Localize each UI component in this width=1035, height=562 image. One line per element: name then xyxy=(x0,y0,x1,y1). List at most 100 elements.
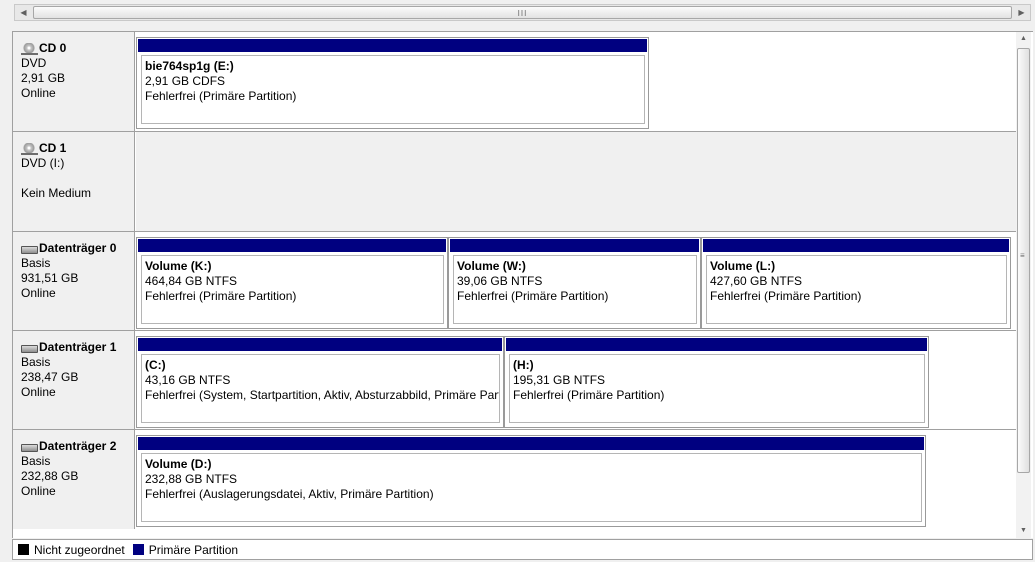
scroll-grip-icon: III xyxy=(517,9,528,18)
disk-label-disk2[interactable]: Datenträger 2 Basis 232,88 GB Online xyxy=(13,430,135,529)
scroll-down-arrow-icon[interactable]: ▼ xyxy=(1016,524,1031,538)
partition-name: (C:) xyxy=(145,358,166,372)
disk-size: 232,88 GB xyxy=(21,469,79,483)
partition-body: Volume (K:) 464,84 GB NTFS Fehlerfrei (P… xyxy=(141,255,444,324)
disk-row-disk0: Datenträger 0 Basis 931,51 GB Online Vol… xyxy=(13,232,1016,331)
partition-k[interactable]: Volume (K:) 464,84 GB NTFS Fehlerfrei (P… xyxy=(136,237,448,329)
disk-title: Datenträger 1 xyxy=(39,340,117,354)
partition-area-cd0: bie764sp1g (E:) 2,91 GB CDFS Fehlerfrei … xyxy=(136,32,1016,131)
disk-label-disk0[interactable]: Datenträger 0 Basis 931,51 GB Online xyxy=(13,232,135,331)
partition-body: Volume (L:) 427,60 GB NTFS Fehlerfrei (P… xyxy=(706,255,1007,324)
partition-status: Fehlerfrei (Primäre Partition) xyxy=(145,89,297,103)
vertical-scroll-thumb[interactable]: ≡ xyxy=(1017,48,1030,473)
horizontal-scroll-thumb[interactable]: III xyxy=(33,6,1012,19)
disk-size: 238,47 GB xyxy=(21,370,79,384)
partition-body: Volume (W:) 39,06 GB NTFS Fehlerfrei (Pr… xyxy=(453,255,697,324)
partition-body: bie764sp1g (E:) 2,91 GB CDFS Fehlerfrei … xyxy=(141,55,645,124)
disk-status: Online xyxy=(21,286,56,300)
partition-area-disk1: (C:) 43,16 GB NTFS Fehlerfrei (System, S… xyxy=(136,331,1016,430)
hard-disk-icon xyxy=(21,344,38,353)
legend-label: Primäre Partition xyxy=(148,542,239,557)
partition-status: Fehlerfrei (System, Startpartition, Akti… xyxy=(145,388,500,402)
partition-h[interactable]: (H:) 195,31 GB NTFS Fehlerfrei (Primäre … xyxy=(504,336,929,428)
cd-drive-icon xyxy=(21,142,38,155)
partition-size: 427,60 GB NTFS xyxy=(710,274,803,288)
partition-name: Volume (W:) xyxy=(457,259,526,273)
disk-row-disk1: Datenträger 1 Basis 238,47 GB Online (C:… xyxy=(13,331,1016,430)
partition-status: Fehlerfrei (Primäre Partition) xyxy=(145,289,297,303)
disk-type: DVD (I:) xyxy=(21,156,65,170)
disk-size xyxy=(21,171,134,186)
partition-status: Fehlerfrei (Auslagerungsdatei, Aktiv, Pr… xyxy=(145,487,434,501)
hard-disk-icon xyxy=(21,443,38,452)
primary-partition-swatch xyxy=(132,544,144,555)
disk-row-cd1: CD 1 DVD (I:) Kein Medium xyxy=(13,132,1016,231)
disk-status: Online xyxy=(21,86,56,100)
partition-size: 232,88 GB NTFS xyxy=(145,472,238,486)
partition-name: (H:) xyxy=(513,358,534,372)
disk-label-disk1[interactable]: Datenträger 1 Basis 238,47 GB Online xyxy=(13,331,135,430)
disk-type: Basis xyxy=(21,256,51,270)
legend-item-unallocated: Nicht zugeordnet xyxy=(18,543,125,557)
partition-body: Volume (D:) 232,88 GB NTFS Fehlerfrei (A… xyxy=(141,453,922,522)
partition-w[interactable]: Volume (W:) 39,06 GB NTFS Fehlerfrei (Pr… xyxy=(448,237,701,329)
unallocated-swatch xyxy=(18,544,29,555)
disk-status: Online xyxy=(21,484,56,498)
disk-type: DVD xyxy=(21,56,47,70)
primary-partition-bar xyxy=(703,239,1009,252)
primary-partition-bar xyxy=(138,338,502,351)
disk-size: 931,51 GB xyxy=(21,271,79,285)
legend-label: Nicht zugeordnet xyxy=(34,542,125,557)
disk-label-cd0[interactable]: CD 0 DVD 2,91 GB Online xyxy=(13,32,135,131)
primary-partition-bar xyxy=(138,437,924,450)
partition-d[interactable]: Volume (D:) 232,88 GB NTFS Fehlerfrei (A… xyxy=(136,435,926,527)
disk-title: Datenträger 0 xyxy=(39,241,117,255)
primary-partition-bar xyxy=(138,239,446,252)
partition-name: bie764sp1g (E:) xyxy=(145,59,234,73)
partition-size: 43,16 GB NTFS xyxy=(145,373,231,387)
partition-status: Fehlerfrei (Primäre Partition) xyxy=(457,289,609,303)
partition-name: Volume (K:) xyxy=(145,259,212,273)
scroll-left-arrow-icon[interactable]: ◀ xyxy=(15,5,32,20)
disk-status: Kein Medium xyxy=(21,186,92,200)
disk-size: 2,91 GB xyxy=(21,71,66,85)
horizontal-scrollbar[interactable]: ◀ III ▶ xyxy=(14,4,1031,21)
primary-partition-bar xyxy=(506,338,927,351)
disk-title: CD 1 xyxy=(39,141,67,155)
partition-size: 464,84 GB NTFS xyxy=(145,274,238,288)
disk-row-disk2: Datenträger 2 Basis 232,88 GB Online Vol… xyxy=(13,430,1016,529)
partition-size: 2,91 GB CDFS xyxy=(145,74,226,88)
cd-drive-icon xyxy=(21,42,38,55)
hard-disk-icon xyxy=(21,245,38,254)
partition-name: Volume (L:) xyxy=(710,259,776,273)
partition-body: (C:) 43,16 GB NTFS Fehlerfrei (System, S… xyxy=(141,354,500,423)
primary-partition-bar xyxy=(138,39,647,52)
partition-size: 195,31 GB NTFS xyxy=(513,373,606,387)
scroll-up-arrow-icon[interactable]: ▲ xyxy=(1016,32,1031,46)
partition-area-disk2: Volume (D:) 232,88 GB NTFS Fehlerfrei (A… xyxy=(136,430,1016,529)
disk-row-cd0: CD 0 DVD 2,91 GB Online bie764sp1g (E:) … xyxy=(13,32,1016,131)
primary-partition-bar xyxy=(450,239,699,252)
vertical-scrollbar[interactable]: ▲ ≡ ▼ xyxy=(1016,32,1031,538)
disk-status: Online xyxy=(21,385,56,399)
partition-e[interactable]: bie764sp1g (E:) 2,91 GB CDFS Fehlerfrei … xyxy=(136,37,649,129)
disk-title: CD 0 xyxy=(39,41,67,55)
partition-area-disk0: Volume (K:) 464,84 GB NTFS Fehlerfrei (P… xyxy=(136,232,1016,331)
disk-type: Basis xyxy=(21,454,51,468)
partition-area-cd1 xyxy=(136,132,1016,231)
partition-l[interactable]: Volume (L:) 427,60 GB NTFS Fehlerfrei (P… xyxy=(701,237,1011,329)
disk-title: Datenträger 2 xyxy=(39,439,117,453)
disk-map-panel: CD 0 DVD 2,91 GB Online bie764sp1g (E:) … xyxy=(12,31,1033,538)
legend-bar: Nicht zugeordnet Primäre Partition xyxy=(12,539,1033,560)
disk-label-cd1[interactable]: CD 1 DVD (I:) Kein Medium xyxy=(13,132,135,231)
disk-type: Basis xyxy=(21,355,51,369)
partition-status: Fehlerfrei (Primäre Partition) xyxy=(513,388,665,402)
partition-size: 39,06 GB NTFS xyxy=(457,274,543,288)
scroll-grip-icon: ≡ xyxy=(1020,251,1025,260)
partition-status: Fehlerfrei (Primäre Partition) xyxy=(710,289,862,303)
partition-c[interactable]: (C:) 43,16 GB NTFS Fehlerfrei (System, S… xyxy=(136,336,504,428)
scroll-right-arrow-icon[interactable]: ▶ xyxy=(1013,5,1030,20)
partition-name: Volume (D:) xyxy=(145,457,212,471)
partition-body: (H:) 195,31 GB NTFS Fehlerfrei (Primäre … xyxy=(509,354,925,423)
legend-item-primary: Primäre Partition xyxy=(132,542,239,557)
